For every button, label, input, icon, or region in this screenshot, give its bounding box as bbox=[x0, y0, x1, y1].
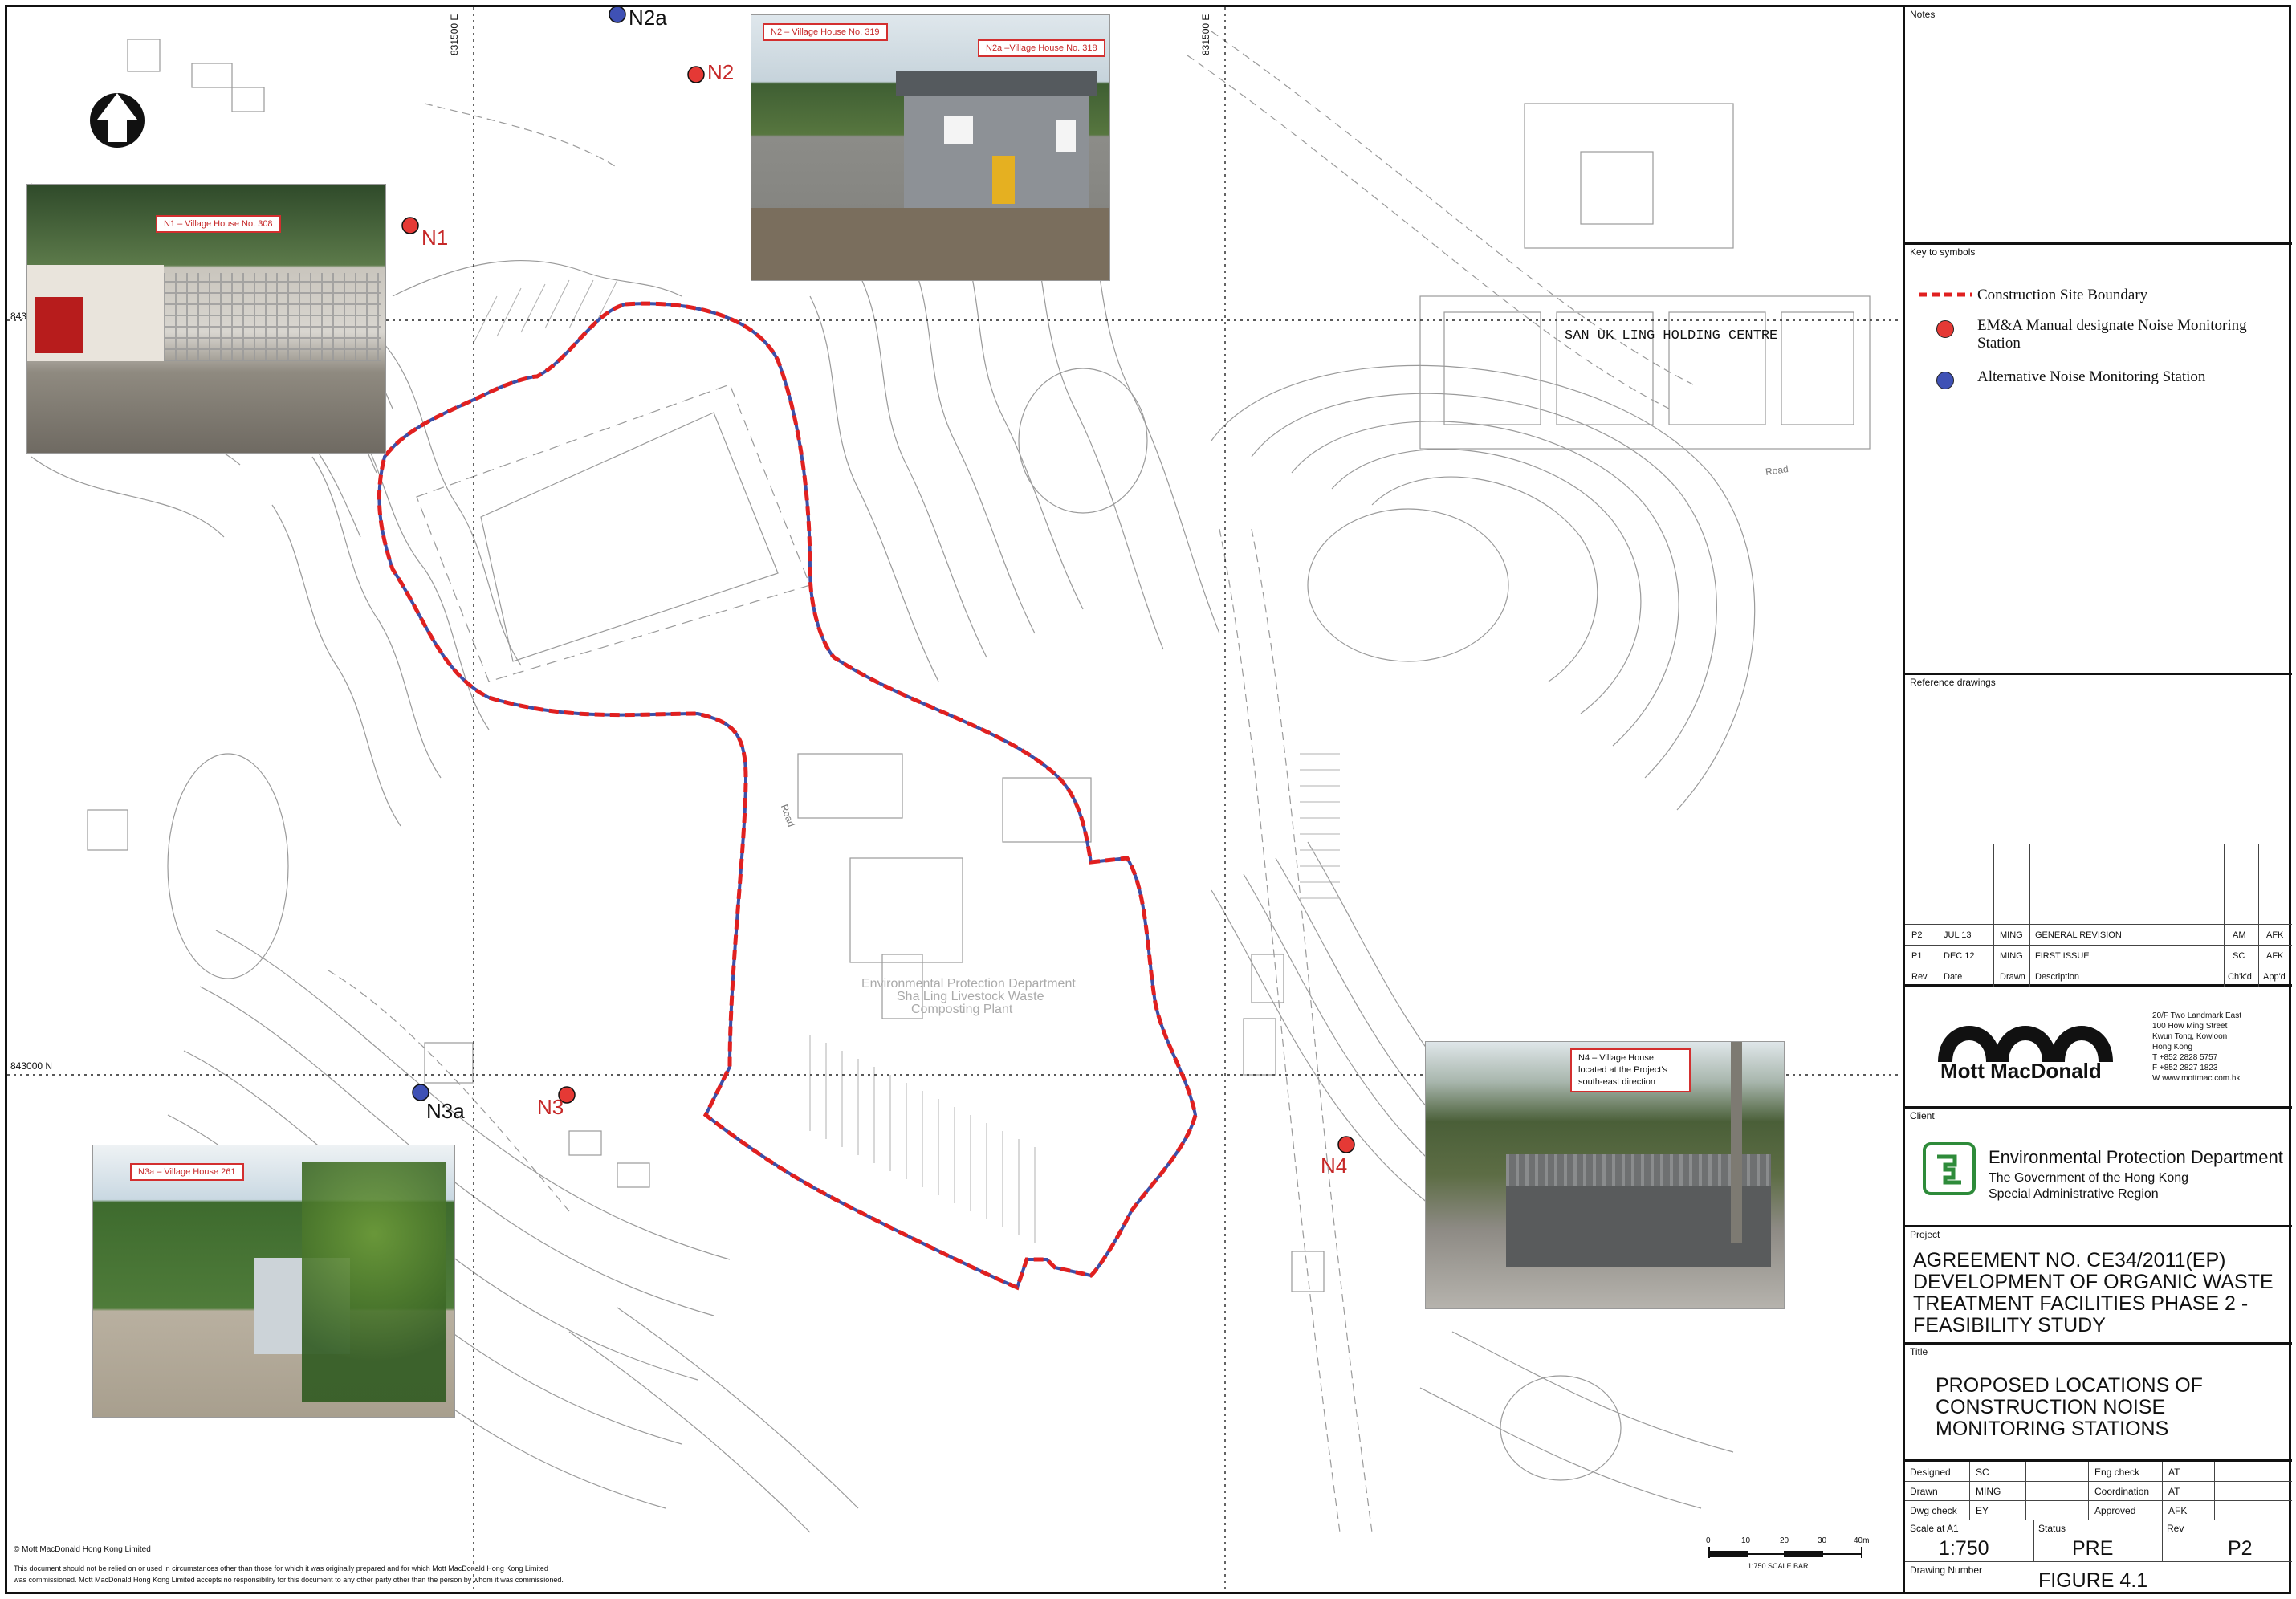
copyright: © Mott MacDonald Hong Kong Limited bbox=[14, 1545, 151, 1554]
legend-alt-station-text: Alternative Noise Monitoring Station bbox=[1977, 368, 2206, 385]
project-section: Project AGREEMENT NO. CE34/2011(EP) DEVE… bbox=[1905, 1227, 2292, 1345]
reference-section: Reference drawings P2 JUL 13 MING GENERA… bbox=[1905, 675, 2292, 987]
scale-value: 1:750 bbox=[1939, 1537, 1989, 1560]
legend-em-station: EM&A Manual designate Noise Monitoring S… bbox=[1913, 317, 2282, 352]
mott-macdonald-logo bbox=[1938, 1026, 2113, 1063]
station-n2-label: N2 bbox=[707, 60, 735, 84]
station-n1-marker bbox=[401, 217, 419, 234]
scale-tick-10: 10 bbox=[1741, 1536, 1751, 1545]
photo-n2: N2 – Village House No. 319 N2a –Village … bbox=[751, 14, 1110, 281]
rev-value: P2 bbox=[2228, 1537, 2253, 1560]
station-n3a-label: N3a bbox=[426, 1099, 465, 1123]
station-n2a-label: N2a bbox=[629, 7, 667, 30]
status-value: PRE bbox=[2072, 1537, 2114, 1560]
reference-label: Reference drawings bbox=[1910, 677, 1996, 688]
plant-label-3: Composting Plant bbox=[911, 1003, 1013, 1016]
scale-caption: 1:750 SCALE BAR bbox=[1748, 1562, 1809, 1570]
client-name: Environmental Protection Department bbox=[1989, 1147, 2283, 1167]
station-n2a-marker bbox=[609, 7, 626, 23]
photo-n3a-caption: N3a – Village House 261 bbox=[130, 1163, 244, 1181]
client-line-2: The Government of the Hong Kong bbox=[1989, 1171, 2189, 1185]
scale-bar bbox=[1708, 1547, 1862, 1558]
title-label: Title bbox=[1910, 1346, 1928, 1357]
north-arrow-icon bbox=[90, 93, 145, 148]
station-n4-label: N4 bbox=[1321, 1153, 1348, 1178]
disclaimer-line-1: This document should not be relied on or… bbox=[14, 1564, 548, 1573]
photo-n1: N1 – Village House No. 308 bbox=[26, 184, 386, 454]
title-block: Designed SC Eng check AT Drawn MING Coor… bbox=[1905, 1462, 2292, 1592]
epd-logo bbox=[1923, 1142, 1976, 1195]
project-label: Project bbox=[1910, 1229, 1940, 1240]
title-section: Title PROPOSED LOCATIONS OF CONSTRUCTION… bbox=[1905, 1345, 2292, 1462]
client-section: Client Environmental Protection Departme… bbox=[1905, 1109, 2292, 1227]
notes-label: Notes bbox=[1910, 9, 1936, 20]
area-label: SAN UK LING HOLDING CENTRE bbox=[1565, 328, 1778, 344]
photo-n3a: N3a – Village House 261 bbox=[92, 1145, 455, 1418]
notes-section: Notes bbox=[1905, 7, 2292, 245]
station-n2-marker bbox=[687, 66, 705, 83]
legend-alt-station: Alternative Noise Monitoring Station bbox=[1913, 368, 2205, 389]
project-text: AGREEMENT NO. CE34/2011(EP) DEVELOPMENT … bbox=[1913, 1249, 2274, 1337]
scale-tick-40: 40m bbox=[1854, 1536, 1870, 1545]
revision-row-p2: P2 JUL 13 MING GENERAL REVISION AM AFK bbox=[1905, 924, 2292, 946]
grid-label-n: 843000 N bbox=[10, 1060, 53, 1072]
company-section: Mott MacDonald 20/F Two Landmark East 10… bbox=[1905, 987, 2292, 1109]
station-n3a-marker bbox=[412, 1084, 429, 1101]
legend-boundary-text: Construction Site Boundary bbox=[1977, 287, 2148, 303]
site-map: N1 N2 N2a N3 N3a N4 SAN UK LING HOLDING … bbox=[7, 7, 1901, 1592]
grid-label-e2: 831500 E bbox=[1200, 14, 1211, 55]
title-panel: Notes Key to symbols Construction Site B… bbox=[1903, 7, 2292, 1592]
blue-dot-icon bbox=[1913, 368, 1977, 389]
photo-n4: N4 – Village House located at the Projec… bbox=[1425, 1041, 1785, 1309]
revision-header-row: Rev Date Drawn Description Ch'k'd App'd bbox=[1905, 966, 2292, 987]
photo-n2a-caption: N2a –Village House No. 318 bbox=[978, 39, 1105, 57]
red-dashed-line-icon bbox=[1913, 287, 1977, 299]
photo-n4-caption: N4 – Village House located at the Projec… bbox=[1570, 1048, 1691, 1092]
photo-n1-caption: N1 – Village House No. 308 bbox=[156, 215, 281, 233]
drawing-number: FIGURE 4.1 bbox=[2038, 1569, 2148, 1592]
client-label: Client bbox=[1910, 1110, 1935, 1121]
scale-tick-0: 0 bbox=[1706, 1536, 1711, 1545]
red-dot-icon bbox=[1913, 317, 1977, 338]
station-n4-marker bbox=[1337, 1136, 1355, 1153]
drawing-title: PROPOSED LOCATIONS OF CONSTRUCTION NOISE… bbox=[1936, 1374, 2203, 1440]
scale-tick-20: 20 bbox=[1780, 1536, 1789, 1545]
grid-label-e1: 831500 E bbox=[449, 14, 460, 55]
legend-em-station-text: EM&A Manual designate Noise Monitoring S… bbox=[1977, 317, 2247, 352]
legend-boundary: Construction Site Boundary bbox=[1913, 287, 2147, 304]
key-section: Key to symbols Construction Site Boundar… bbox=[1905, 245, 2292, 675]
photo-n2-caption: N2 – Village House No. 319 bbox=[763, 23, 888, 41]
scale-tick-30: 30 bbox=[1818, 1536, 1827, 1545]
station-n1-label: N1 bbox=[421, 226, 449, 250]
disclaimer-line-2: was commissioned. Mott MacDonald Hong Ko… bbox=[14, 1576, 564, 1584]
client-line-3: Special Administrative Region bbox=[1989, 1187, 2159, 1201]
company-name: Mott MacDonald bbox=[1940, 1059, 2102, 1083]
station-n3-label: N3 bbox=[537, 1095, 564, 1119]
key-label: Key to symbols bbox=[1910, 246, 1976, 258]
company-address: 20/F Two Landmark East 100 How Ming Stre… bbox=[2152, 1011, 2241, 1083]
grid-label-n-top: 843 bbox=[10, 311, 27, 322]
revision-row-p1: P1 DEC 12 MING FIRST ISSUE SC AFK bbox=[1905, 945, 2292, 966]
